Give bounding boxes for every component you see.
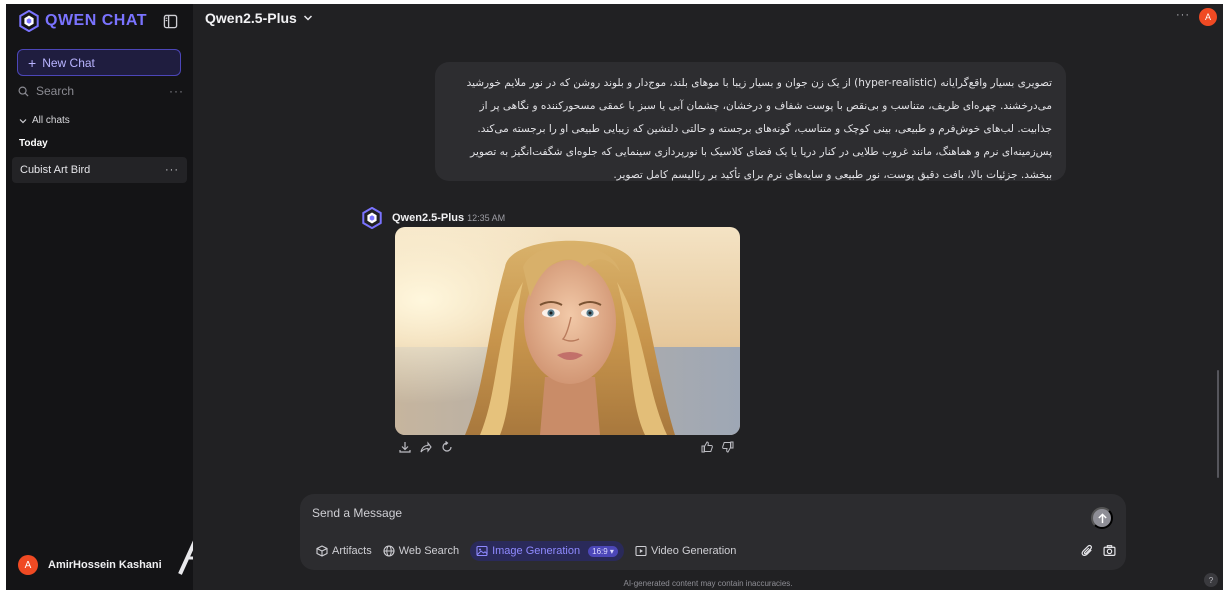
composer-tools: Artifacts Web Search Image Generation 16… [316, 541, 736, 561]
camera-icon[interactable] [1103, 544, 1116, 557]
download-icon[interactable] [399, 441, 411, 453]
search-more-icon[interactable]: ··· [169, 84, 184, 98]
chat-main: Qwen2.5-Plus ··· A تصویری بسیار واقع‌گرا… [193, 4, 1223, 590]
search-row[interactable]: Search ··· [18, 84, 184, 98]
bot-name: Qwen2.5-Plus 12:35 AM [392, 212, 506, 224]
qwen-logo-icon [19, 10, 39, 32]
model-name: Qwen2.5-Plus [205, 10, 297, 26]
regenerate-icon[interactable] [441, 441, 453, 453]
image-generation-button[interactable]: Image Generation 16:9 ▾ [470, 541, 624, 561]
paperclip-icon[interactable] [1081, 544, 1094, 557]
sidebar: QWEN CHAT + New Chat Search ··· All chat… [6, 4, 193, 590]
arrow-up-icon [1097, 512, 1107, 523]
image-generation-label: Image Generation [492, 545, 581, 557]
message-actions [399, 441, 453, 453]
ai-disclaimer: AI-generated content may contain inaccur… [623, 579, 793, 588]
help-button[interactable]: ? [1204, 573, 1218, 587]
new-chat-label: New Chat [42, 55, 95, 70]
chat-scrollbar[interactable] [1217, 370, 1219, 478]
header-more-icon[interactable]: ··· [1176, 9, 1190, 21]
aspect-ratio-select[interactable]: 16:9 ▾ [588, 545, 618, 557]
avatar: A [18, 555, 38, 575]
bot-message-header: Qwen2.5-Plus 12:35 AM [361, 207, 505, 229]
message-rating [701, 441, 734, 453]
globe-icon [383, 545, 395, 557]
message-composer: Artifacts Web Search Image Generation 16… [300, 494, 1126, 570]
share-icon[interactable] [420, 441, 432, 453]
all-chats-label: All chats [32, 115, 70, 126]
search-icon [18, 86, 29, 97]
artifacts-button[interactable]: Artifacts [316, 545, 372, 557]
web-search-label: Web Search [398, 545, 460, 557]
model-selector[interactable]: Qwen2.5-Plus [205, 10, 313, 26]
qwen-logo-icon [362, 207, 382, 229]
send-button[interactable] [1091, 507, 1113, 529]
image-icon [476, 545, 488, 557]
chat-history-item[interactable]: Cubist Art Bird ··· [12, 157, 187, 183]
thumbs-up-icon[interactable] [701, 441, 713, 453]
today-heading: Today [19, 138, 48, 149]
video-generation-button[interactable]: Video Generation [635, 545, 736, 557]
all-chats-toggle[interactable]: All chats [19, 115, 70, 126]
generated-image[interactable] [395, 227, 740, 435]
chat-history-title: Cubist Art Bird [20, 164, 91, 176]
new-chat-button[interactable]: + New Chat [17, 49, 181, 76]
header-avatar[interactable]: A [1199, 8, 1217, 26]
plus-icon: + [28, 54, 37, 71]
chat-options-icon[interactable]: ··· [165, 164, 179, 176]
portrait-illustration [395, 227, 740, 435]
message-input[interactable] [312, 506, 1012, 520]
chevron-down-icon [303, 15, 312, 21]
user-profile[interactable]: A AmirHossein Kashani [18, 555, 162, 575]
composer-attachments [1081, 544, 1116, 557]
app-window: QWEN CHAT + New Chat Search ··· All chat… [6, 4, 1223, 590]
user-name: AmirHossein Kashani [48, 559, 162, 571]
app-logo-text: QWEN CHAT [45, 12, 147, 29]
sidebar-toggle-icon[interactable] [163, 14, 178, 29]
search-label: Search [36, 84, 75, 98]
chevron-down-icon [19, 118, 27, 123]
video-icon [635, 545, 647, 557]
artifacts-label: Artifacts [332, 545, 372, 557]
thumbs-down-icon[interactable] [722, 441, 734, 453]
app-logo[interactable]: QWEN CHAT [18, 10, 147, 32]
message-timestamp: 12:35 AM [467, 213, 506, 223]
cube-icon [316, 545, 328, 557]
web-search-button[interactable]: Web Search [383, 545, 459, 557]
video-generation-label: Video Generation [650, 545, 737, 557]
user-message-bubble: تصویری بسیار واقع‌گرایانه (hyper-realist… [435, 62, 1066, 181]
